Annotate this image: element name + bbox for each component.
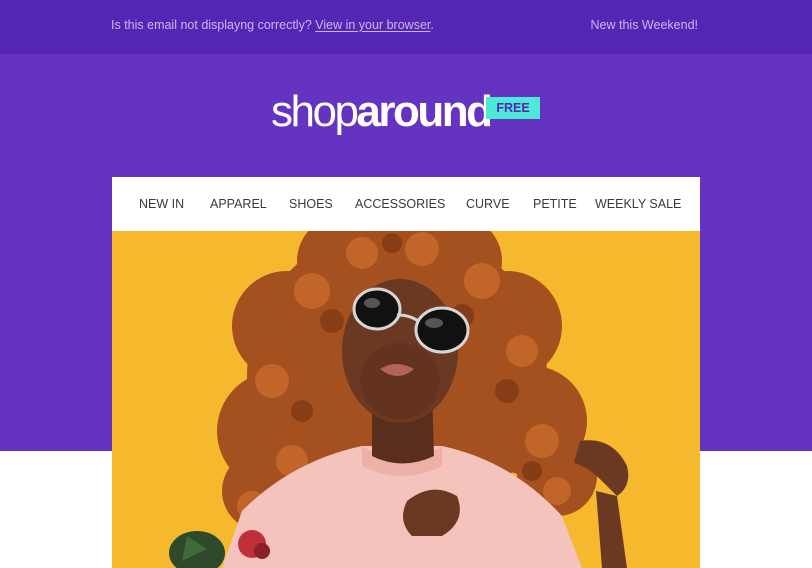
category-nav: NEW IN APPAREL SHOES ACCESSORIES CURVE P…	[112, 177, 700, 231]
preheader-bar: Is this email not displayng correctly? V…	[0, 0, 812, 54]
nav-item-apparel[interactable]: APPAREL	[210, 197, 267, 211]
nav-item-shoes[interactable]: SHOES	[289, 197, 333, 211]
nav-item-new-in[interactable]: NEW IN	[139, 197, 184, 211]
nav-item-weekly-sale[interactable]: WEEKLY SALE	[595, 197, 681, 211]
logo-bold-text: around	[356, 87, 493, 136]
woman-with-sunglasses-photo[interactable]	[112, 231, 700, 568]
logo-thin-text: shop	[271, 87, 359, 136]
notice-period: .	[430, 18, 434, 32]
shoparound-logo[interactable]: shoparound	[271, 86, 493, 146]
view-in-browser-link[interactable]: View in your browser	[315, 18, 430, 32]
preheader-promo: New this Weekend!	[590, 18, 698, 32]
notice-text: Is this email not displayng correctly?	[111, 18, 312, 32]
free-badge: FREE	[486, 97, 540, 119]
preheader-notice: Is this email not displayng correctly? V…	[111, 18, 434, 32]
nav-item-petite[interactable]: PETITE	[533, 197, 577, 211]
nav-item-curve[interactable]: CURVE	[466, 197, 510, 211]
nav-item-accessories[interactable]: ACCESSORIES	[355, 197, 445, 211]
